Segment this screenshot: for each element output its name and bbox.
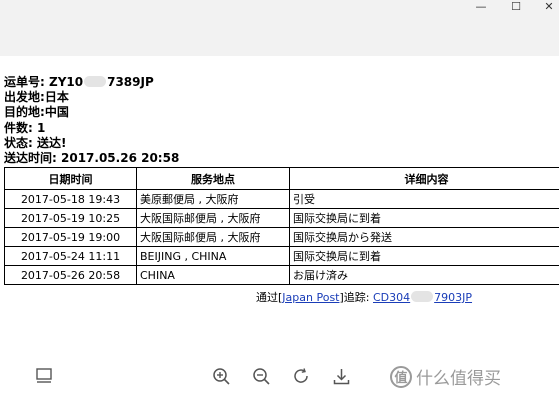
minimize-button[interactable]: — [470,0,492,13]
status-row: 状态: 送达! [4,136,179,151]
maximize-button[interactable]: ☐ [505,0,527,13]
delivered-time-label: 送达时间: [4,151,57,166]
pieces-value: 1 [37,120,46,135]
table-row: 2017-05-26 20:58 CHINA お届け済み [4,265,559,285]
watermark-badge: 值 [390,365,412,388]
download-icon[interactable] [331,366,351,386]
watermark-text: 什么值得买 [416,369,501,389]
row-details: 国际交换局に到着 [289,208,559,228]
tracking-label: 运单号: [4,75,45,89]
tracking-table: 日期时间 服务地点 详细内容 2017-05-18 19:43 美原郵便局 , … [4,167,559,285]
tracking-number-row: 运单号: ZY10 7389JP [4,75,179,90]
row-location: 大阪国际邮便局 , 大阪府 [136,227,290,247]
redaction-mask [411,291,434,302]
row-location: BEIJING , CHINA [136,246,290,266]
table-row: 2017-05-19 10:25 大阪国际邮便局 , 大阪府 国际交换局に到着 [4,208,559,228]
close-button[interactable]: ✕ [538,0,559,13]
header-location: 服务地点 [136,167,290,190]
pieces-label: 件数: [4,120,33,135]
pieces-row: 件数: 1 [4,121,179,136]
rotate-icon[interactable] [291,366,311,386]
origin-value: 日本 [44,90,69,105]
row-details: 引受 [289,189,559,209]
status-label: 状态: [4,135,33,150]
table-row: 2017-05-18 19:43 美原郵便局 , 大阪府 引受 [4,189,559,209]
row-datetime: 2017-05-26 20:58 [4,265,137,285]
row-details: お届け済み [289,265,559,285]
window-titlebar: — ☐ ✕ [0,0,559,56]
trace-code-prefix: CD304 [373,291,411,304]
trace-middle: ]追踪: [339,291,373,304]
status-value: 送达! [37,135,67,150]
row-details: 国际交换局から発送 [289,227,559,247]
tracking-suffix: 7389JP [107,75,154,89]
delivered-time-row: 送达时间: 2017.05.26 20:58 [4,151,179,166]
redaction-mask [84,76,107,87]
zoom-out-icon[interactable] [251,366,271,386]
row-details: 国际交换局に到着 [289,246,559,266]
row-datetime: 2017-05-24 11:11 [4,246,137,266]
row-location: CHINA [136,265,290,285]
row-datetime: 2017-05-18 19:43 [4,189,137,209]
destination-row: 目的地:中国 [4,105,179,120]
delivered-time-value: 2017.05.26 20:58 [61,151,180,166]
table-row: 2017-05-24 11:11 BEIJING , CHINA 国际交换局に到… [4,246,559,266]
presentation-icon[interactable] [34,366,54,386]
header-details: 详细内容 [289,167,559,190]
watermark: 值 什么值得买 [390,364,501,389]
trace-code-suffix: 7903JP [434,291,473,304]
table-row: 2017-05-19 19:00 大阪国际邮便局 , 大阪府 国际交换局から発送 [4,227,559,247]
japan-post-link[interactable]: Japan Post [282,291,339,304]
shipment-info: 运单号: ZY10 7389JP 出发地:日本 目的地:中国 件数: 1 状态: … [4,75,179,166]
zoom-in-icon[interactable] [211,366,231,386]
trace-code-link[interactable]: CD304 7903JP [373,291,472,304]
row-location: 大阪国际邮便局 , 大阪府 [136,208,290,228]
row-datetime: 2017-05-19 10:25 [4,208,137,228]
table-header-row: 日期时间 服务地点 详细内容 [4,167,559,190]
trace-prefix: 通过[ [256,291,283,304]
destination-value: 中国 [44,105,69,120]
origin-row: 出发地:日本 [4,90,179,105]
trace-line: 通过[Japan Post]追踪: CD304 7903JP [256,289,472,305]
row-datetime: 2017-05-19 19:00 [4,227,137,247]
tracking-prefix: ZY10 [49,75,84,89]
row-location: 美原郵便局 , 大阪府 [136,189,290,209]
destination-label: 目的地: [4,105,45,120]
header-datetime: 日期时间 [4,167,137,190]
origin-label: 出发地: [4,90,45,105]
